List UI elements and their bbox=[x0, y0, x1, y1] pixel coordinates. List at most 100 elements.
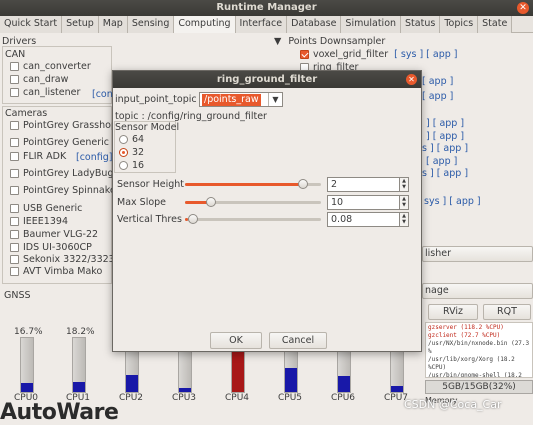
sensor-radio-button[interactable] bbox=[119, 148, 128, 157]
camera-item-row[interactable]: PointGrey Grasshop bbox=[10, 120, 117, 131]
spin-arrows-icon[interactable]: ▲ ▼ bbox=[399, 177, 409, 192]
camera-item-row[interactable]: IDS UI-3060CP bbox=[10, 242, 92, 253]
cpu-label: CPU2 bbox=[119, 393, 144, 403]
camera-item-row[interactable]: PointGrey Spinnake bbox=[10, 185, 116, 196]
slider-knob[interactable] bbox=[206, 197, 217, 207]
camera-item-row[interactable]: Sekonix 3322/3323 bbox=[10, 254, 115, 265]
right-param-link[interactable]: s ] [ app ] bbox=[422, 143, 468, 154]
right-param-link[interactable]: ] [ app ] bbox=[426, 131, 464, 142]
window-close-icon[interactable]: ✕ bbox=[517, 2, 529, 14]
rqt-button[interactable]: RQT bbox=[483, 304, 531, 320]
dropdown-arrow-icon[interactable]: ▼ bbox=[268, 93, 282, 106]
spin-arrows-icon[interactable]: ▲ ▼ bbox=[399, 212, 409, 227]
right-param-link[interactable]: ] [ app ] bbox=[426, 118, 464, 129]
voxel-grid-filter-row[interactable]: voxel_grid_filter [ sys ] [ app ] bbox=[300, 49, 458, 60]
sensor-radio-button[interactable] bbox=[119, 135, 128, 144]
camera-item-row[interactable]: PointGrey LadyBug bbox=[10, 168, 113, 179]
tab-quick-start[interactable]: Quick Start bbox=[0, 16, 63, 33]
can-item-label: can_converter bbox=[23, 61, 91, 72]
slider-fill bbox=[185, 183, 308, 186]
tab-database[interactable]: Database bbox=[287, 16, 342, 33]
rviz-button[interactable]: RViz bbox=[428, 304, 478, 320]
cpu-bar bbox=[72, 337, 86, 393]
can-title: CAN bbox=[5, 49, 26, 60]
input-topic-combo[interactable]: /points_raw ▼ bbox=[199, 92, 283, 107]
image-button[interactable]: nage bbox=[422, 283, 533, 299]
sensor-option-32[interactable]: 32 bbox=[119, 147, 144, 158]
tab-state[interactable]: State bbox=[478, 16, 513, 33]
param-value: 0.08 bbox=[331, 214, 353, 225]
right-param-link[interactable]: sys ] [ app ] bbox=[424, 196, 481, 207]
logo-text: AutoWare bbox=[0, 400, 119, 425]
right-param-link[interactable]: [ app ] bbox=[426, 156, 457, 167]
can-item-checkbox[interactable] bbox=[10, 75, 19, 84]
can-item-checkbox[interactable] bbox=[10, 62, 19, 71]
camera-item-checkbox[interactable] bbox=[10, 138, 19, 147]
publisher-button[interactable]: lisher bbox=[422, 246, 533, 262]
tab-computing[interactable]: Computing bbox=[174, 16, 236, 33]
tab-map[interactable]: Map bbox=[98, 16, 128, 33]
tab-interface[interactable]: Interface bbox=[235, 16, 288, 33]
tab-status[interactable]: Status bbox=[401, 16, 441, 33]
can-item-checkbox[interactable] bbox=[10, 88, 19, 97]
ok-button[interactable]: OK bbox=[210, 332, 262, 349]
spin-arrows-icon[interactable]: ▲ ▼ bbox=[399, 195, 409, 210]
param-slider[interactable] bbox=[185, 195, 321, 210]
camera-item-row[interactable]: IEEE1394 bbox=[10, 216, 68, 227]
camera-item-checkbox[interactable] bbox=[10, 243, 19, 252]
param-label: Sensor Height bbox=[117, 179, 184, 190]
tab-setup[interactable]: Setup bbox=[62, 16, 99, 33]
sensor-model-title: Sensor Model bbox=[115, 122, 180, 133]
camera-item-checkbox[interactable] bbox=[10, 186, 19, 195]
camera-item-checkbox[interactable] bbox=[10, 255, 19, 264]
process-entry: /usr/bin/gnome-shell (18.2 %CPU bbox=[428, 372, 522, 378]
can-item-row[interactable]: can_converter bbox=[10, 61, 91, 72]
camera-item-checkbox[interactable] bbox=[10, 267, 19, 276]
tab-simulation[interactable]: Simulation bbox=[341, 16, 402, 33]
camera-item-row[interactable]: AVT Vimba Mako bbox=[10, 266, 102, 277]
camera-item-row[interactable]: Baumer VLG-22 bbox=[10, 229, 98, 240]
sensor-option-label: 64 bbox=[132, 134, 145, 145]
can-item-row[interactable]: can_listener bbox=[10, 87, 80, 98]
slider-track bbox=[185, 214, 321, 224]
dialog-close-icon[interactable]: ✕ bbox=[406, 74, 417, 85]
cpu-label: CPU4 bbox=[225, 393, 250, 403]
camera-item-row[interactable]: FLIR ADK bbox=[10, 151, 66, 162]
right-param-link[interactable]: [ app ] bbox=[422, 76, 453, 87]
camera-item-row[interactable]: PointGrey Generic bbox=[10, 137, 109, 148]
cpu-label: CPU6 bbox=[331, 393, 356, 403]
tab-topics[interactable]: Topics bbox=[440, 16, 479, 33]
camera-item-checkbox[interactable] bbox=[10, 169, 19, 178]
sensor-radio-button[interactable] bbox=[119, 161, 128, 170]
camera-item-row[interactable]: USB Generic bbox=[10, 203, 82, 214]
slider-knob[interactable] bbox=[187, 214, 198, 224]
param-spinbox[interactable]: 0.08 ▲ ▼ bbox=[327, 212, 409, 227]
sensor-option-16[interactable]: 16 bbox=[119, 160, 144, 171]
param-spinbox[interactable]: 2 ▲ ▼ bbox=[327, 177, 409, 192]
process-entry: /usr/lib/xorg/Xorg (18.2 %CPU) bbox=[428, 356, 515, 371]
camera-item-checkbox[interactable] bbox=[10, 152, 19, 161]
cancel-button[interactable]: Cancel bbox=[269, 332, 327, 349]
param-spinbox[interactable]: 10 ▲ ▼ bbox=[327, 195, 409, 210]
can-item-label: can_draw bbox=[23, 74, 69, 85]
param-slider[interactable] bbox=[185, 177, 321, 192]
gnss-title: GNSS bbox=[4, 290, 31, 301]
tab-sensing[interactable]: Sensing bbox=[127, 16, 175, 33]
voxel-grid-filter-links[interactable]: [ sys ] [ app ] bbox=[394, 49, 457, 60]
camera-item-checkbox[interactable] bbox=[10, 230, 19, 239]
camera-item-checkbox[interactable] bbox=[10, 204, 19, 213]
autoware-logo: AutoWare bbox=[0, 400, 119, 425]
right-param-link[interactable]: [ app ] bbox=[422, 91, 453, 102]
voxel-grid-filter-checkbox[interactable] bbox=[300, 50, 309, 59]
right-param-link[interactable]: s ] [ app ] bbox=[422, 168, 468, 179]
param-slider[interactable] bbox=[185, 212, 321, 227]
slider-knob[interactable] bbox=[298, 179, 309, 189]
camera-item-label: PointGrey Spinnake bbox=[23, 185, 116, 196]
flir-config-link[interactable]: [config] bbox=[76, 152, 112, 163]
camera-item-checkbox[interactable] bbox=[10, 217, 19, 226]
collapse-arrow-icon[interactable]: ▼ bbox=[274, 36, 281, 47]
can-item-row[interactable]: can_draw bbox=[10, 74, 68, 85]
sensor-option-64[interactable]: 64 bbox=[119, 134, 144, 145]
camera-item-checkbox[interactable] bbox=[10, 121, 19, 130]
camera-item-label: Baumer VLG-22 bbox=[23, 229, 99, 240]
